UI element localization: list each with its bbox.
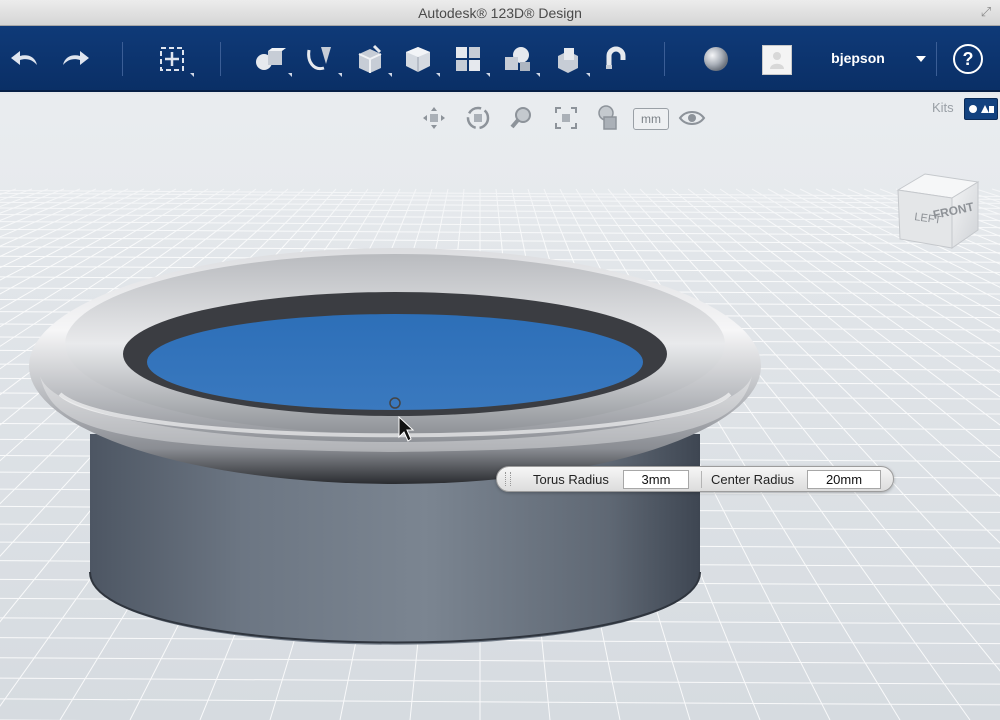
redo-button[interactable] [54,39,94,79]
torus-radius-label: Torus Radius [533,472,609,487]
modify-button[interactable] [398,39,440,79]
undo-button[interactable] [6,39,46,79]
orbit-button[interactable] [462,102,494,134]
inner-cavity [147,314,643,410]
primitive-parameters-panel: Torus Radius Center Radius [496,466,894,492]
modify-icon [406,47,430,72]
grouping-button[interactable] [498,39,540,79]
view-mode-button[interactable] [592,102,624,134]
chevron-down-icon[interactable] [916,56,926,62]
construct-icon [358,44,382,73]
undo-arrow-icon [11,51,37,65]
snap-magnet-icon [606,46,626,69]
material-sphere-icon [704,47,728,71]
primitives-button[interactable] [250,39,292,79]
drag-handle[interactable] [505,472,511,486]
avatar[interactable] [762,45,792,75]
kits-shapes-icon [969,105,994,113]
username-label[interactable]: bjepson [818,50,898,66]
fit-button[interactable] [550,102,582,134]
orbit-icon [466,106,490,130]
transform-move-icon [160,47,184,71]
redo-arrow-icon [63,51,89,65]
view-cube[interactable]: LEFT FRONT [896,173,980,249]
kits-label: Kits [932,100,954,115]
center-radius-field[interactable] [807,470,881,489]
view-tools-bar: mm Kits [0,94,1000,142]
pan-icon [423,107,445,129]
snap-button[interactable] [596,39,636,79]
sketch-icon [307,47,331,71]
primitives-icon [256,48,286,70]
pan-button[interactable] [418,102,450,134]
visibility-button[interactable] [676,102,708,134]
pattern-icon [456,47,480,71]
view-mode-icon [598,105,617,130]
fullscreen-icon[interactable]: ⤢ [978,4,994,20]
grouping-icon [505,47,530,71]
window-title-bar: Autodesk® 123D® Design ⤢ [0,0,1000,26]
torus-radius-field[interactable] [623,470,689,489]
combine-icon [558,48,578,73]
zoom-button[interactable] [506,102,538,134]
kits-button[interactable] [964,98,998,120]
user-silhouette-icon [770,52,784,69]
pattern-button[interactable] [448,39,490,79]
fit-frame-icon [555,107,577,129]
center-radius-label: Center Radius [711,472,795,487]
scene-canvas[interactable]: LEFT FRONT [0,94,1000,720]
eye-icon [678,111,706,125]
main-toolbar: bjepson [0,26,1000,92]
3d-viewport[interactable]: LEFT FRONT mm Kits Torus Radius 3mm Cent… [0,94,1000,720]
units-button[interactable]: mm [633,108,669,130]
zoom-magnifier-icon [510,107,531,129]
material-button[interactable] [696,39,736,79]
help-button[interactable]: ? [953,44,983,74]
sketch-button[interactable] [300,39,342,79]
construct-button[interactable] [350,39,392,79]
combine-button[interactable] [548,39,590,79]
window-title: Autodesk® 123D® Design [418,5,582,21]
transform-button[interactable] [152,39,194,79]
